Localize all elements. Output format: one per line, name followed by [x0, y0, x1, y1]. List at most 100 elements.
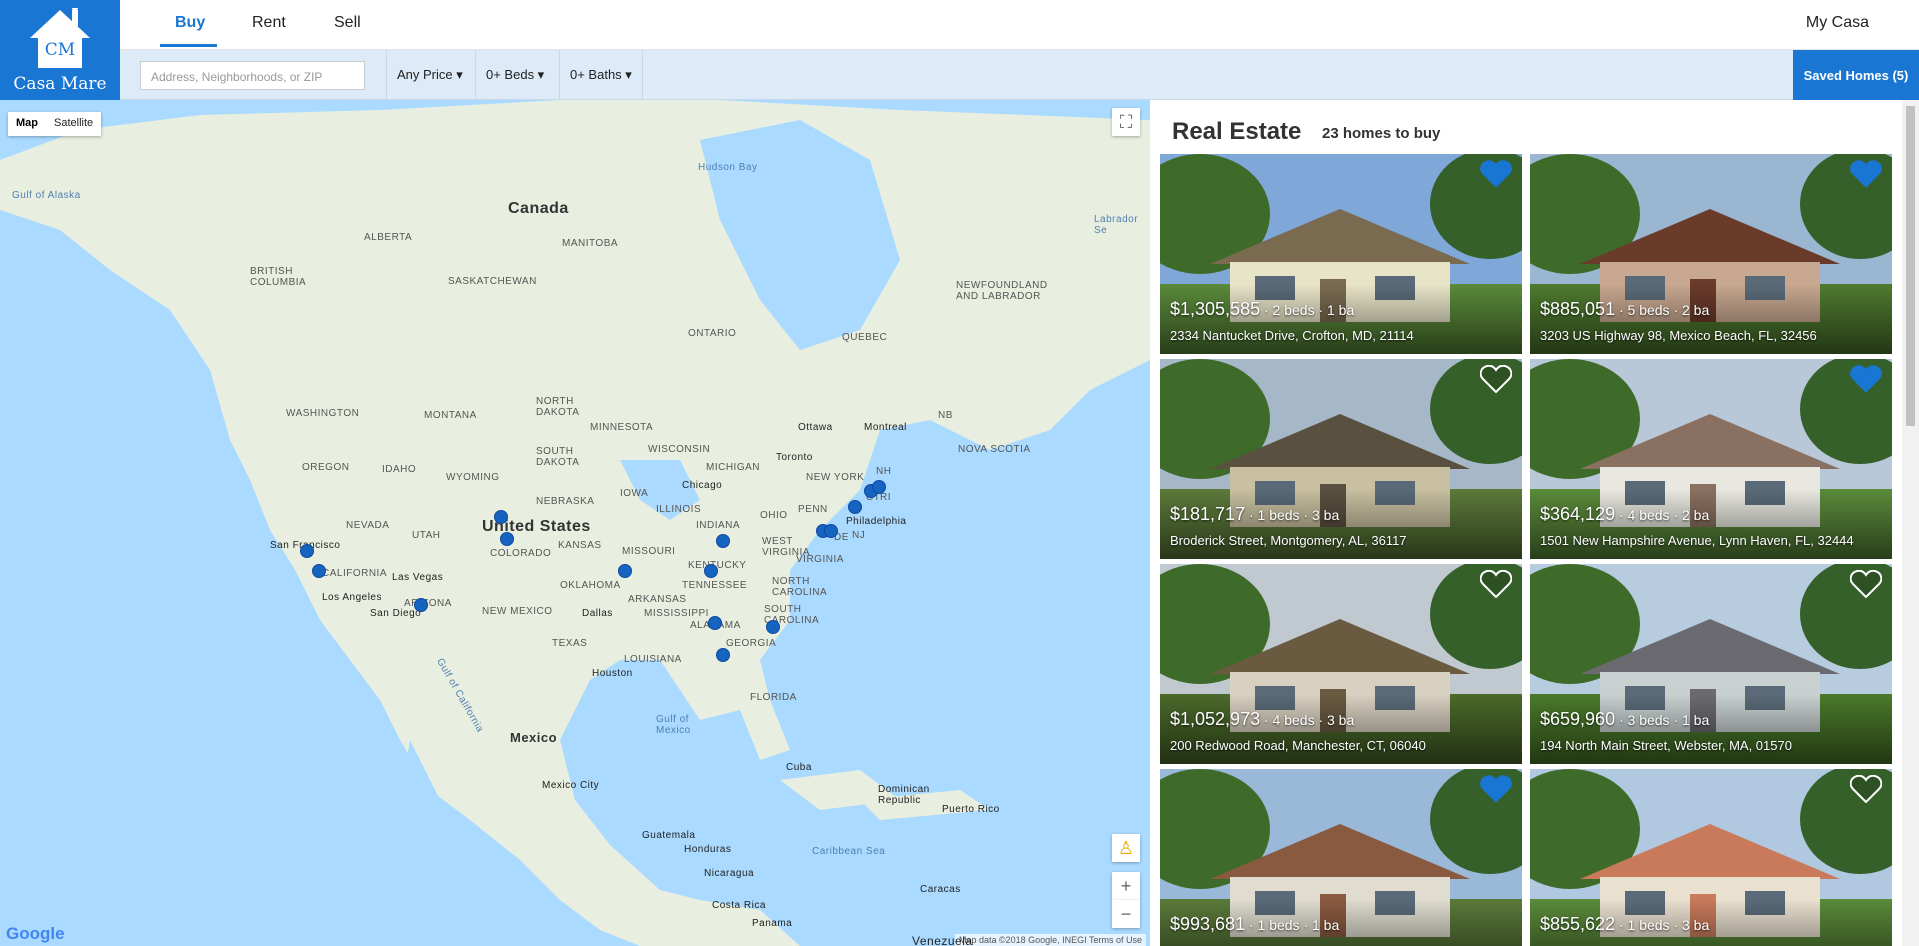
my-casa-link[interactable]: My Casa	[1806, 14, 1869, 32]
search-input[interactable]: Address, Neighborhoods, or ZIP	[140, 61, 365, 90]
map-type-satellite[interactable]: Satellite	[46, 112, 101, 136]
map-label-oklahoma: OKLAHOMA	[560, 580, 621, 591]
baths-dropdown[interactable]: 0+ Baths ▾	[559, 50, 643, 100]
listing-pin[interactable]	[716, 648, 730, 662]
map-label-california: CALIFORNIA	[322, 568, 388, 579]
tab-sell[interactable]: Sell	[334, 14, 361, 32]
listing-card[interactable]: $364,129 · 4 beds · 2 ba 1501 New Hampshi…	[1530, 359, 1892, 559]
listing-price-line: $993,681 · 1 beds · 1 ba	[1170, 914, 1339, 935]
map-label-kansas: KANSAS	[558, 540, 602, 551]
listing-price-line: $181,717 · 1 beds · 3 ba	[1170, 504, 1339, 525]
heart-icon[interactable]	[1480, 570, 1512, 598]
fullscreen-icon[interactable]: ⛶	[1112, 108, 1140, 136]
listing-details: · 4 beds · 2 ba	[1615, 507, 1710, 523]
map-city-mexico-city: Mexico City	[542, 780, 600, 791]
listing-pin[interactable]	[848, 500, 862, 514]
map-label-hudson-bay: Hudson Bay	[698, 162, 758, 173]
heart-icon[interactable]	[1480, 365, 1512, 393]
map-label-oregon: OREGON	[302, 462, 350, 473]
active-tab-indicator	[160, 44, 217, 47]
map-label-michigan: MICHIGAN	[706, 462, 760, 473]
zoom-in-button[interactable]: +	[1112, 872, 1140, 900]
listing-price: $1,052,973	[1170, 709, 1261, 729]
listing-price-line: $659,960 · 3 beds · 1 ba	[1540, 709, 1709, 730]
map-label-caribbean: Caribbean Sea	[812, 846, 886, 857]
listing-details: · 2 beds · 1 ba	[1260, 302, 1355, 318]
tab-rent[interactable]: Rent	[252, 14, 286, 32]
map-label-nb: NB	[938, 410, 953, 421]
listing-pin[interactable]	[312, 564, 326, 578]
listing-card[interactable]: $181,717 · 1 beds · 3 ba Broderick Street…	[1160, 359, 1522, 559]
house-photo	[1160, 359, 1522, 559]
listings-title: Real Estate	[1172, 118, 1302, 145]
map-type-map[interactable]: Map	[8, 112, 46, 136]
listing-card[interactable]: $993,681 · 1 beds · 1 ba	[1160, 769, 1522, 946]
map-city-ottawa: Ottawa	[798, 422, 833, 433]
listing-address: 1501 New Hampshire Avenue, Lynn Haven, F…	[1540, 533, 1854, 548]
listing-card[interactable]: $1,305,585 · 2 beds · 1 ba 2334 Nantucket…	[1160, 154, 1522, 354]
scrollbar-thumb[interactable]	[1906, 106, 1915, 426]
zoom-out-button[interactable]: −	[1112, 900, 1140, 928]
logo-initials: CM	[45, 40, 75, 60]
scrollbar[interactable]	[1902, 100, 1919, 946]
listing-card[interactable]: $1,052,973 · 4 beds · 3 ba 200 Redwood Ro…	[1160, 564, 1522, 764]
map-city-caracas: Caracas	[920, 884, 961, 895]
listing-pin[interactable]	[872, 480, 886, 494]
listing-pin[interactable]	[708, 616, 722, 630]
map-label-costa-rica: Costa Rica	[712, 900, 766, 911]
map-label-alberta: ALBERTA	[364, 232, 413, 243]
map-label-north-dakota: NORTH DAKOTA	[536, 396, 580, 418]
brand-logo[interactable]: CM Casa Mare	[0, 0, 120, 100]
listing-pin[interactable]	[494, 510, 508, 524]
map-label-nova-scotia: NOVA SCOTIA	[958, 444, 1031, 455]
map-city-toronto: Toronto	[776, 452, 813, 463]
map-label-puerto-rico: Puerto Rico	[942, 804, 1000, 815]
listing-card[interactable]: $659,960 · 3 beds · 1 ba 194 North Main S…	[1530, 564, 1892, 764]
beds-dropdown[interactable]: 0+ Beds ▾	[475, 50, 554, 100]
listing-pin[interactable]	[716, 534, 730, 548]
map-label-iowa: IOWA	[620, 488, 649, 499]
map-label-new-mexico: NEW MEXICO	[482, 606, 553, 617]
heart-icon[interactable]	[1850, 775, 1882, 803]
house-photo	[1160, 564, 1522, 764]
map-view[interactable]: Map Satellite ⛶ ♙ + − Google Map data ©2…	[0, 100, 1150, 946]
listing-address: Broderick Street, Montgomery, AL, 36117	[1170, 533, 1407, 548]
saved-homes-button[interactable]: Saved Homes (5)	[1793, 50, 1919, 100]
listing-price: $181,717	[1170, 504, 1246, 524]
listing-pin[interactable]	[414, 598, 428, 612]
map-label-labrador-sea: Labrador Se	[1094, 214, 1139, 236]
listing-details: · 1 beds · 1 ba	[1245, 917, 1340, 933]
google-logo: Google	[6, 924, 65, 943]
map-city-dallas: Dallas	[582, 608, 613, 619]
price-dropdown[interactable]: Any Price ▾	[386, 50, 473, 100]
map-label-arkansas: ARKANSAS	[628, 594, 687, 605]
heart-icon[interactable]	[1850, 570, 1882, 598]
heart-icon[interactable]	[1480, 160, 1512, 188]
map-label-canada: Canada	[508, 200, 569, 217]
heart-icon[interactable]	[1850, 160, 1882, 188]
tab-buy[interactable]: Buy	[175, 14, 205, 32]
heart-icon[interactable]	[1480, 775, 1512, 803]
heart-icon[interactable]	[1850, 365, 1882, 393]
listing-pin[interactable]	[704, 564, 718, 578]
map-label-mexico: Mexico	[510, 730, 558, 745]
listing-pin[interactable]	[618, 564, 632, 578]
map-label-tennessee: TENNESSEE	[682, 580, 748, 591]
listing-pin[interactable]	[300, 544, 314, 558]
listing-pin[interactable]	[500, 532, 514, 546]
listing-pin[interactable]	[824, 524, 838, 538]
listing-card[interactable]: $885,051 · 5 beds · 2 ba 3203 US Highway …	[1530, 154, 1892, 354]
listing-pin[interactable]	[766, 620, 780, 634]
listing-price: $1,305,585	[1170, 299, 1261, 319]
listings-count: 23 homes to buy	[1322, 125, 1441, 142]
map-city-los-angeles: Los Angeles	[322, 592, 382, 603]
map-city-chicago: Chicago	[682, 480, 723, 491]
pegman-icon[interactable]: ♙	[1112, 834, 1140, 862]
house-photo	[1530, 154, 1892, 354]
filter-bar: Address, Neighborhoods, or ZIP Any Price…	[0, 50, 1919, 100]
house-logo-icon: CM	[30, 8, 90, 68]
map-label-dominican: Dominican Republic	[878, 784, 930, 806]
listing-address: 3203 US Highway 98, Mexico Beach, FL, 32…	[1540, 328, 1817, 343]
listing-card[interactable]: $855,622 · 1 beds · 3 ba	[1530, 769, 1892, 946]
map-label-gulf-mexico: Gulf of Mexico	[656, 714, 691, 736]
